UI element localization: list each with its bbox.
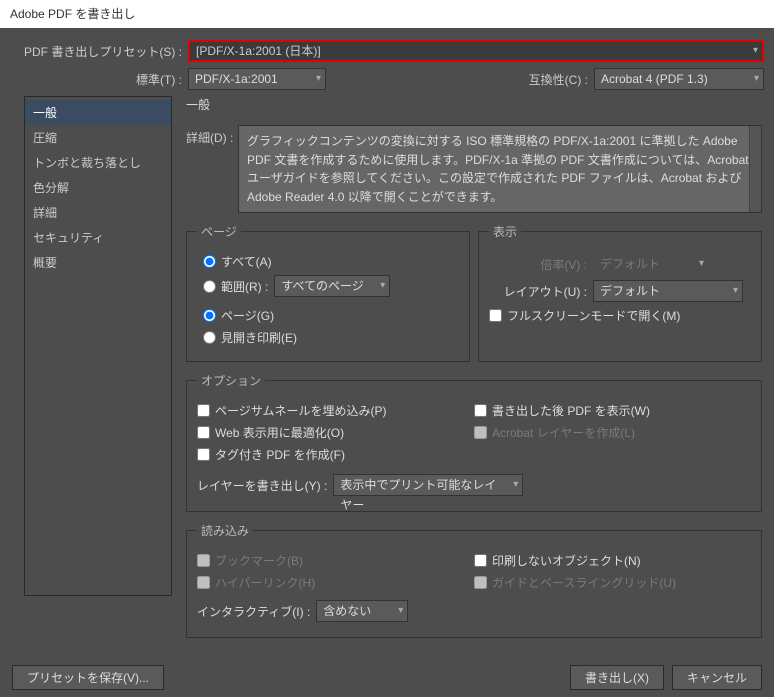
view-legend: 表示 — [489, 223, 521, 240]
view-fieldset: 表示 倍率(V) : デフォルト レイアウト(U) : デフォルト — [478, 223, 762, 362]
check-nonprint[interactable] — [474, 554, 487, 567]
pages-fieldset: ページ すべて(A) 範囲(R) : すべてのページ ページ — [186, 223, 470, 362]
radio-all[interactable] — [203, 255, 216, 268]
sidebar-item-output[interactable]: 色分解 — [25, 175, 171, 200]
check-fullscreen-label: フルスクリーンモードで開く(M) — [507, 307, 680, 324]
radio-all-label: すべて(A) — [221, 253, 272, 270]
cancel-button[interactable]: キャンセル — [672, 665, 762, 690]
detail-label: 詳細(D) : — [186, 125, 238, 146]
preset-dropdown[interactable]: [PDF/X-1a:2001 (日本)] — [188, 40, 764, 62]
compat-label: 互換性(C) : — [529, 71, 588, 88]
include-fieldset: 読み込み ブックマーク(B) ハイパーリンク(H) 印刷しないオブジェクト(N)… — [186, 522, 762, 638]
standard-value: PDF/X-1a:2001 — [195, 72, 278, 86]
detail-textarea[interactable]: グラフィックコンテンツの変換に対する ISO 標準規格の PDF/X-1a:20… — [238, 125, 762, 213]
options-fieldset: オプション ページサムネールを埋め込み(P) Web 表示用に最適化(O) タグ… — [186, 372, 762, 512]
range-dropdown[interactable]: すべてのページ — [274, 275, 390, 297]
check-hyper — [197, 576, 210, 589]
check-show-after[interactable] — [474, 404, 487, 417]
standard-dropdown[interactable]: PDF/X-1a:2001 — [188, 68, 326, 90]
radio-spread[interactable] — [203, 331, 216, 344]
range-value: すべてのページ — [281, 279, 363, 293]
layout-value: デフォルト — [600, 284, 660, 298]
compat-value: Acrobat 4 (PDF 1.3) — [601, 72, 708, 86]
preset-label: PDF 書き出しプリセット(S) : — [10, 43, 188, 60]
sidebar-item-security[interactable]: セキュリティ — [25, 225, 171, 250]
standard-label: 標準(T) : — [10, 71, 188, 88]
check-bookmark — [197, 554, 210, 567]
sidebar-item-advanced[interactable]: 詳細 — [25, 200, 171, 225]
layout-label: レイアウト(U) : — [489, 283, 587, 300]
interactive-value: 含めない — [323, 604, 371, 618]
save-preset-button[interactable]: プリセットを保存(V)... — [12, 665, 164, 690]
check-thumb[interactable] — [197, 404, 210, 417]
zoom-value: デフォルト — [600, 257, 660, 271]
interactive-dropdown[interactable]: 含めない — [316, 600, 408, 622]
sidebar-item-compression[interactable]: 圧縮 — [25, 125, 171, 150]
check-web[interactable] — [197, 426, 210, 439]
check-acro-layer — [474, 426, 487, 439]
layers-dropdown[interactable]: 表示中でプリント可能なレイヤー — [333, 474, 523, 496]
compat-dropdown[interactable]: Acrobat 4 (PDF 1.3) — [594, 68, 764, 90]
preset-value: [PDF/X-1a:2001 (日本)] — [196, 44, 321, 58]
radio-range[interactable] — [203, 280, 216, 293]
check-tagged[interactable] — [197, 448, 210, 461]
export-button[interactable]: 書き出し(X) — [570, 665, 664, 690]
layers-value: 表示中でプリント可能なレイヤー — [340, 478, 496, 512]
zoom-label: 倍率(V) : — [489, 256, 587, 273]
check-fullscreen[interactable] — [489, 309, 502, 322]
zoom-dropdown: デフォルト — [593, 253, 709, 275]
sidebar-item-summary[interactable]: 概要 — [25, 250, 171, 275]
detail-scrollbar[interactable] — [749, 126, 761, 212]
radio-page-label: ページ(G) — [221, 307, 274, 324]
detail-text: グラフィックコンテンツの変換に対する ISO 標準規格の PDF/X-1a:20… — [247, 134, 749, 204]
window-title: Adobe PDF を書き出し — [10, 7, 135, 21]
sidebar-item-general[interactable]: 一般 — [25, 100, 171, 125]
layers-label: レイヤーを書き出し(Y) : — [197, 477, 327, 494]
include-legend: 読み込み — [197, 522, 253, 539]
radio-spread-label: 見開き印刷(E) — [221, 329, 297, 346]
window-titlebar: Adobe PDF を書き出し — [0, 0, 774, 28]
radio-range-label: 範囲(R) : — [221, 278, 268, 295]
panel-title: 一般 — [186, 96, 762, 113]
sidebar-item-marks[interactable]: トンボと裁ち落とし — [25, 150, 171, 175]
radio-page[interactable] — [203, 309, 216, 322]
interactive-label: インタラクティブ(I) : — [197, 603, 310, 620]
check-guides — [474, 576, 487, 589]
options-legend: オプション — [197, 372, 265, 389]
category-sidebar: 一般 圧縮 トンボと裁ち落とし 色分解 詳細 セキュリティ 概要 — [24, 96, 172, 596]
layout-dropdown[interactable]: デフォルト — [593, 280, 743, 302]
pages-legend: ページ — [197, 223, 241, 240]
